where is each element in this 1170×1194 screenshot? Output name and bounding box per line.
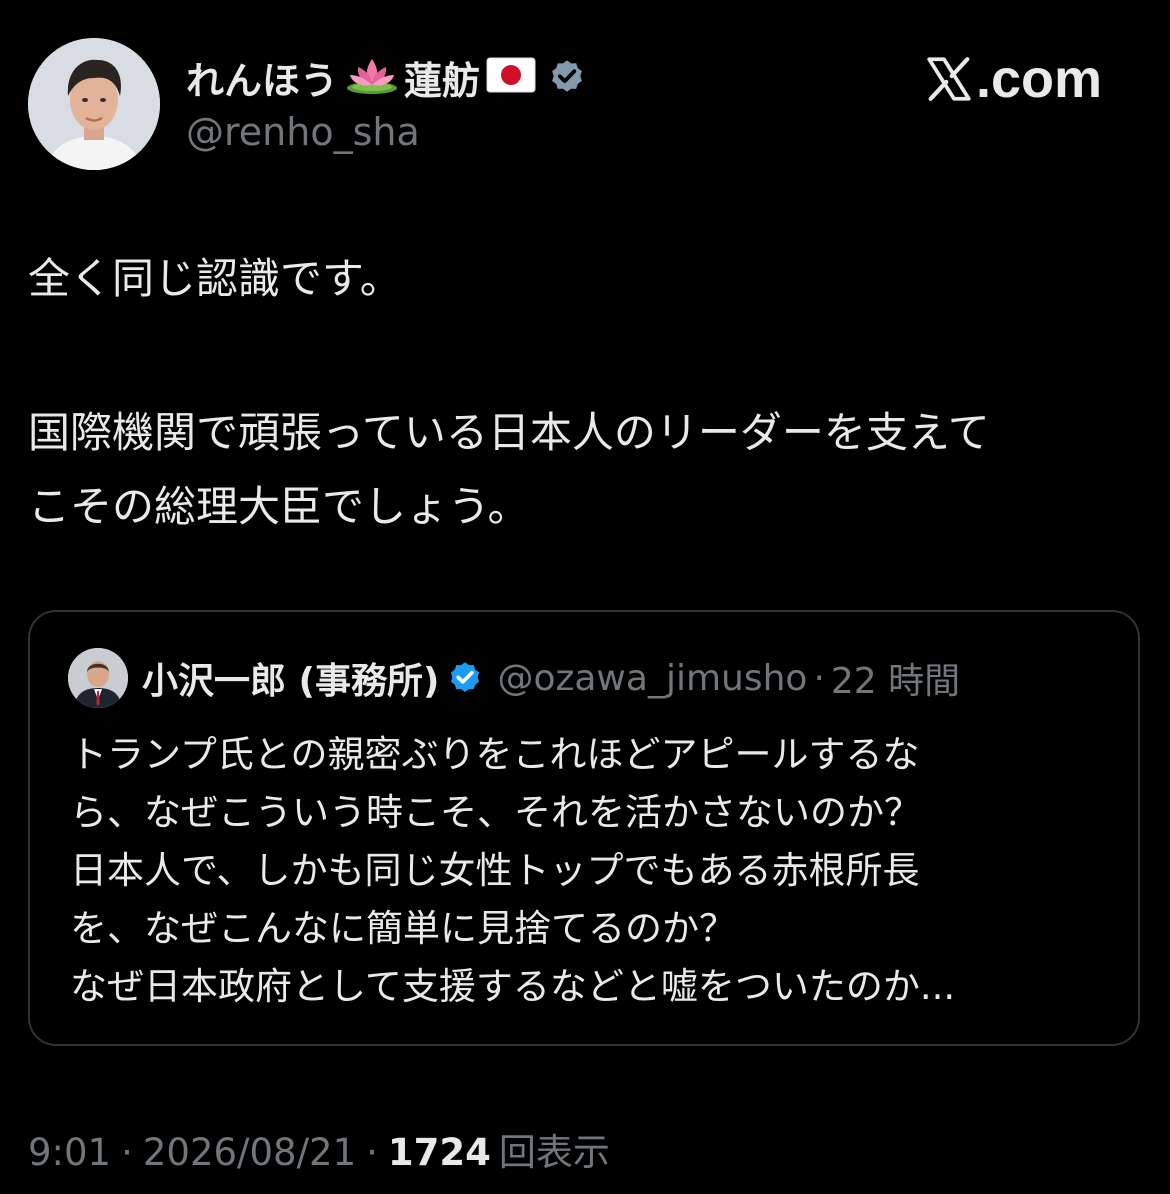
- quote-handle[interactable]: @ozawa_jimusho: [497, 658, 807, 699]
- quote-line: なぜ日本政府として支援するなどと嘘をついたのか...: [70, 965, 956, 1008]
- x-com-watermark: .com: [924, 48, 1102, 110]
- display-name-row[interactable]: れんほう 蓮舫: [186, 50, 586, 105]
- tweet-date[interactable]: 2026/08/21: [143, 1131, 356, 1174]
- display-name-part2[interactable]: 蓮舫: [404, 50, 480, 105]
- author-block: れんほう 蓮舫 @renho_sha: [186, 52, 586, 154]
- quote-separator: ·: [813, 657, 825, 699]
- tweet-line-3: こその総理大臣でしょう。: [28, 482, 530, 531]
- quote-timestamp[interactable]: 22 時間: [831, 652, 960, 704]
- x-logo-icon: [927, 57, 971, 101]
- views-label[interactable]: 回表示: [499, 1122, 610, 1176]
- meta-separator: ·: [366, 1131, 378, 1174]
- quote-display-name[interactable]: 小沢一郎 (事務所): [142, 652, 439, 704]
- quote-line: 日本人で、しかも同じ女性トップでもある赤根所長: [70, 849, 920, 892]
- quote-body: トランプ氏との親密ぶりをこれほどアピールするな ら、なぜこういう時こそ、それを活…: [70, 726, 1120, 1016]
- meta-separator: ·: [121, 1131, 133, 1174]
- avatar-portrait-icon: [28, 38, 160, 170]
- tweet-line-2: 国際機関で頑張っている日本人のリーダーを支えて: [28, 408, 990, 457]
- lotus-emoji-icon: [344, 55, 400, 99]
- quote-line: を、なぜこんなに簡単に見捨てるのか？: [70, 907, 736, 950]
- tweet-time[interactable]: 9:01: [28, 1131, 111, 1174]
- quote-line: ら、なぜこういう時こそ、それを活かさないのか？: [70, 791, 921, 834]
- quote-header: 小沢一郎 (事務所) @ozawa_jimusho · 22 時間: [68, 648, 960, 708]
- quote-avatar-portrait-icon: [68, 648, 128, 708]
- author-handle[interactable]: @renho_sha: [186, 110, 586, 154]
- display-name-part1[interactable]: れんほう: [186, 50, 338, 105]
- author-avatar[interactable]: [28, 38, 160, 170]
- verified-badge-icon[interactable]: [447, 660, 483, 696]
- quote-author-avatar[interactable]: [68, 648, 128, 708]
- tweet-header: れんほう 蓮舫 @renho_sha .com: [28, 38, 1142, 170]
- quote-line: トランプ氏との親密ぶりをこれほどアピールするな: [70, 733, 920, 776]
- tweet-meta: 9:01 · 2026/08/21 · 1724 回表示: [28, 1122, 610, 1176]
- japan-flag-icon: [486, 57, 536, 97]
- views-count[interactable]: 1724: [388, 1131, 491, 1174]
- x-logo-text: .com: [975, 49, 1102, 109]
- verified-badge-icon[interactable]: [548, 58, 586, 96]
- quoted-tweet-card[interactable]: 小沢一郎 (事務所) @ozawa_jimusho · 22 時間 トランプ氏と…: [28, 610, 1140, 1046]
- tweet-line-1: 全く同じ認識です。: [28, 254, 402, 303]
- tweet-text: 全く同じ認識です。 国際機関で頑張っている日本人のリーダーを支えて こその総理大…: [28, 242, 1138, 544]
